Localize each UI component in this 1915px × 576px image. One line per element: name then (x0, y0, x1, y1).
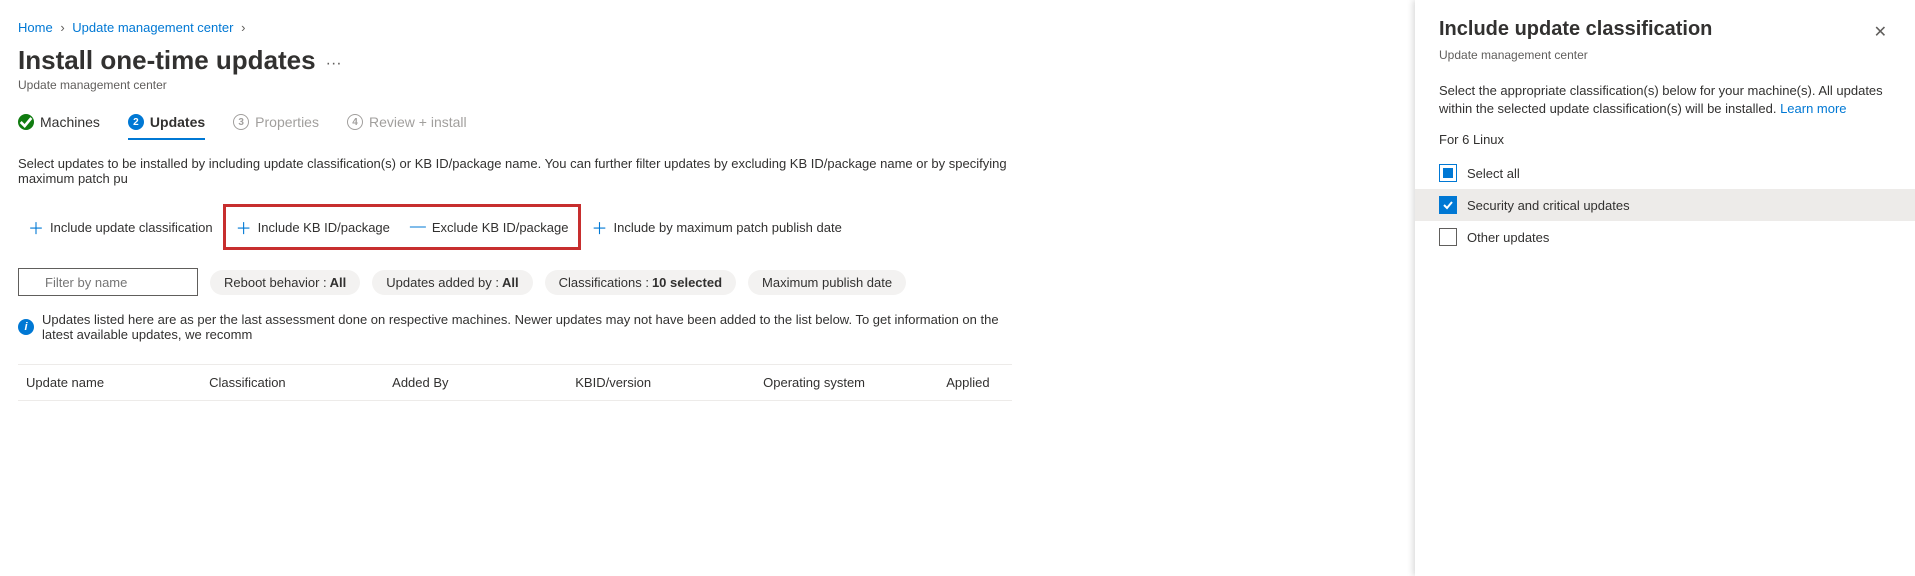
pill-label: Maximum publish date (762, 275, 892, 290)
tab-label: Review + install (369, 114, 467, 130)
exclude-kb-button[interactable]: — Exclude KB ID/package (400, 209, 579, 245)
tab-properties[interactable]: 3 Properties (233, 114, 319, 140)
classification-option-other[interactable]: Other updates (1415, 221, 1915, 253)
table-header: Update name Classification Added By KBID… (18, 364, 1012, 401)
include-kb-button[interactable]: ＋ Include KB ID/package (226, 209, 400, 245)
th-kbid-version[interactable]: KBID/version (575, 375, 763, 390)
button-label: Exclude KB ID/package (432, 220, 569, 235)
checkbox-label: Security and critical updates (1467, 198, 1630, 213)
action-bar: ＋ Include update classification ＋ Includ… (18, 204, 1012, 250)
checkbox-checked-icon[interactable] (1439, 196, 1457, 214)
button-label: Include KB ID/package (258, 220, 390, 235)
breadcrumb-home[interactable]: Home (18, 20, 53, 35)
button-label: Include by maximum patch publish date (613, 220, 841, 235)
tab-label: Updates (150, 114, 205, 130)
max-publish-date-filter[interactable]: Maximum publish date (748, 270, 906, 295)
pill-label: Classifications : (559, 275, 649, 290)
page-title: Install one-time updates (18, 45, 316, 76)
more-actions-icon[interactable]: ··· (326, 49, 342, 73)
plus-icon: ＋ (28, 215, 44, 239)
button-label: Include update classification (50, 220, 213, 235)
highlight-box: ＋ Include KB ID/package — Exclude KB ID/… (223, 204, 582, 250)
include-classification-button[interactable]: ＋ Include update classification (18, 209, 223, 245)
tab-updates[interactable]: 2 Updates (128, 114, 205, 140)
panel-subtitle: Update management center (1439, 48, 1891, 62)
checkbox-unchecked-icon[interactable] (1439, 228, 1457, 246)
filter-input-wrap (18, 268, 198, 296)
info-bar: i Updates listed here are as per the las… (18, 312, 1012, 342)
checkbox-label: Select all (1467, 166, 1520, 181)
tab-label: Properties (255, 114, 319, 130)
panel-description: Select the appropriate classification(s)… (1439, 82, 1891, 118)
breadcrumb-parent[interactable]: Update management center (72, 20, 233, 35)
page-description: Select updates to be installed by includ… (18, 156, 1012, 186)
th-operating-system[interactable]: Operating system (763, 375, 946, 390)
pill-value: All (502, 275, 519, 290)
page-subtitle: Update management center (18, 78, 1012, 92)
os-label: For 6 Linux (1439, 132, 1891, 147)
step-number-icon: 3 (233, 114, 249, 130)
filter-name-input[interactable] (18, 268, 198, 296)
info-icon: i (18, 319, 34, 335)
learn-more-link[interactable]: Learn more (1780, 101, 1846, 116)
plus-icon: ＋ (591, 215, 607, 239)
info-text: Updates listed here are as per the last … (42, 312, 1012, 342)
tab-label: Machines (40, 114, 100, 130)
th-added-by[interactable]: Added By (392, 375, 575, 390)
th-update-name[interactable]: Update name (26, 375, 209, 390)
breadcrumb-sep: › (241, 20, 245, 35)
classification-option-security[interactable]: Security and critical updates (1415, 189, 1915, 221)
step-number-icon: 4 (347, 114, 363, 130)
checkbox-partial-icon[interactable] (1439, 164, 1457, 182)
classifications-filter[interactable]: Classifications : 10 selected (545, 270, 736, 295)
select-all-row[interactable]: Select all (1415, 157, 1915, 189)
close-icon[interactable]: ✕ (1870, 18, 1891, 46)
checkbox-label: Other updates (1467, 230, 1549, 245)
reboot-behavior-filter[interactable]: Reboot behavior : All (210, 270, 360, 295)
updates-added-by-filter[interactable]: Updates added by : All (372, 270, 532, 295)
breadcrumb-sep: › (60, 20, 64, 35)
filter-row: Reboot behavior : All Updates added by :… (18, 268, 1012, 296)
plus-icon: ＋ (236, 215, 252, 239)
step-number-icon: 2 (128, 114, 144, 130)
wizard-tabs: Machines 2 Updates 3 Properties 4 Review… (18, 114, 1012, 140)
pill-label: Reboot behavior : (224, 275, 327, 290)
include-maxdate-button[interactable]: ＋ Include by maximum patch publish date (581, 209, 851, 245)
pill-value: 10 selected (652, 275, 722, 290)
tab-review-install[interactable]: 4 Review + install (347, 114, 467, 140)
minus-icon: — (410, 218, 426, 236)
th-classification[interactable]: Classification (209, 375, 392, 390)
pill-label: Updates added by : (386, 275, 499, 290)
tab-machines[interactable]: Machines (18, 114, 100, 140)
th-applied[interactable]: Applied (946, 375, 1004, 390)
panel-title: Include update classification (1439, 18, 1712, 41)
side-panel: Include update classification ✕ Update m… (1415, 0, 1915, 576)
pill-value: All (330, 275, 347, 290)
breadcrumb: Home › Update management center › (18, 20, 1012, 35)
check-icon (18, 114, 34, 130)
